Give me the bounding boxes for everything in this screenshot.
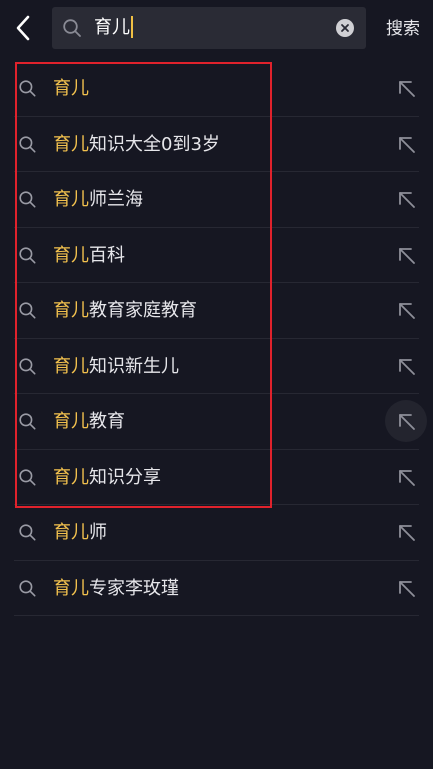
suggestion-label: 育儿教育家庭教育	[53, 283, 197, 338]
arrow-up-left-icon	[399, 469, 415, 486]
suggestion-label: 育儿知识大全0到3岁	[53, 117, 220, 172]
search-icon	[19, 413, 36, 430]
suggestion-item[interactable]: 育儿教育家庭教育	[0, 283, 433, 339]
suggestion-rest: 师兰海	[89, 189, 143, 210]
arrow-up-left-icon	[399, 525, 415, 541]
search-icon	[19, 357, 36, 375]
search-input[interactable]: 育儿	[94, 7, 133, 49]
suggestion-item[interactable]: 育儿	[0, 61, 433, 117]
arrow-up-left-icon	[399, 358, 415, 375]
suggestion-rest: 知识分享	[89, 466, 161, 488]
suggestion-item[interactable]: 育儿百科	[0, 228, 433, 284]
search-box[interactable]: 育儿	[52, 7, 366, 49]
arrow-up-left-icon	[399, 247, 415, 264]
suggestion-highlight: 育儿	[53, 244, 89, 266]
clear-button[interactable]	[336, 19, 354, 37]
search-icon	[19, 246, 36, 264]
search-icon	[19, 524, 36, 541]
suggestion-highlight: 育儿	[53, 411, 89, 432]
search-icon	[19, 579, 36, 597]
suggestion-list: 育儿 育儿知识大全0到3岁 育儿师兰海 育儿百科 育儿教育家庭教育 育儿知识新生儿 育儿教育…	[0, 61, 433, 616]
search-icon	[19, 135, 36, 153]
suggestion-rest: 知识新生儿	[89, 355, 179, 377]
text-caret	[131, 15, 133, 38]
suggestion-item[interactable]: 育儿知识新生儿	[0, 339, 433, 395]
suggestion-rest: 百科	[89, 244, 125, 266]
suggestion-rest: 教育	[89, 411, 125, 432]
arrow-up-left-icon	[399, 81, 415, 97]
suggestion-item[interactable]: 育儿师	[0, 505, 433, 561]
search-icon	[19, 468, 36, 486]
suggestion-highlight: 育儿	[53, 577, 89, 599]
arrow-up-left-icon	[399, 414, 415, 430]
suggestion-highlight: 育儿	[53, 466, 89, 488]
suggestion-rest: 教育家庭教育	[89, 300, 197, 321]
suggestion-label: 育儿师	[53, 505, 107, 560]
suggestion-highlight: 育儿	[53, 355, 89, 377]
arrow-up-left-icon	[399, 580, 415, 597]
suggestion-label: 育儿师兰海	[53, 172, 143, 227]
suggestion-item[interactable]: 育儿师兰海	[0, 172, 433, 228]
search-icon	[19, 191, 36, 208]
suggestion-highlight: 育儿	[53, 78, 89, 99]
top-bar: 育儿 搜索	[0, 0, 433, 58]
arrow-up-left-icon	[399, 192, 415, 208]
chevron-left-icon	[16, 15, 30, 41]
search-icon	[19, 302, 36, 319]
suggestion-highlight: 育儿	[53, 300, 89, 321]
suggestion-highlight: 育儿	[53, 189, 89, 210]
suggestion-item[interactable]: 育儿教育	[0, 394, 433, 450]
suggestion-item[interactable]: 育儿专家李玫瑾	[0, 561, 433, 617]
suggestion-label: 育儿知识新生儿	[53, 339, 179, 394]
arrow-up-left-icon	[399, 136, 415, 153]
suggestion-rest: 知识大全0到3岁	[89, 133, 220, 155]
search-icon	[19, 80, 36, 97]
search-button[interactable]: 搜索	[386, 0, 420, 58]
suggestion-highlight: 育儿	[53, 522, 89, 543]
suggestion-item[interactable]: 育儿知识分享	[0, 450, 433, 506]
suggestion-label: 育儿教育	[53, 394, 125, 449]
suggestion-highlight: 育儿	[53, 133, 89, 155]
suggestion-rest: 专家李玫瑾	[89, 577, 179, 599]
suggestion-item[interactable]: 育儿知识大全0到3岁	[0, 117, 433, 173]
back-button[interactable]	[8, 10, 38, 46]
suggestion-label: 育儿专家李玫瑾	[53, 561, 179, 616]
suggestion-label: 育儿知识分享	[53, 450, 161, 505]
clear-icon	[341, 24, 349, 32]
suggestion-label: 育儿百科	[53, 228, 125, 283]
search-icon	[63, 19, 81, 37]
suggestion-label: 育儿	[53, 61, 89, 116]
arrow-up-left-icon	[399, 303, 415, 319]
suggestion-rest: 师	[89, 522, 107, 543]
search-query: 育儿	[94, 17, 130, 38]
